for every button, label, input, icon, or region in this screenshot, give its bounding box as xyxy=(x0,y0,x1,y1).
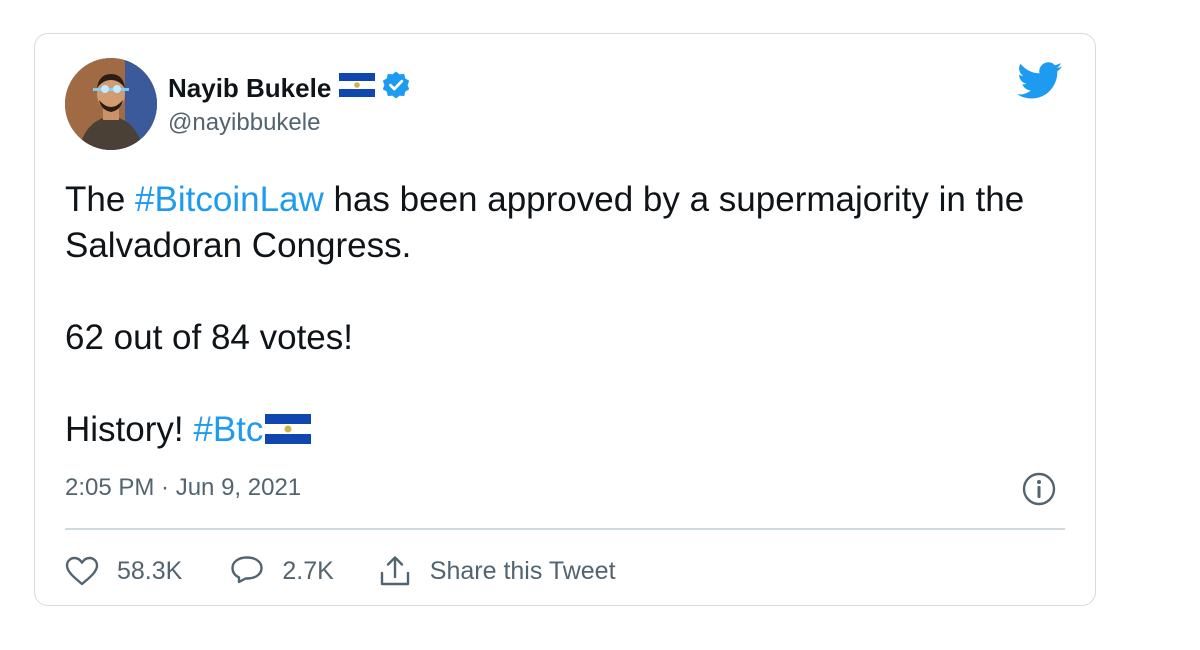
reply-bubble-icon xyxy=(230,555,264,587)
share-upload-icon xyxy=(378,555,412,587)
el-salvador-flag-icon xyxy=(339,73,376,104)
el-salvador-flag-emoji-icon xyxy=(265,410,312,456)
like-button[interactable]: 58.3K xyxy=(65,556,182,586)
author-name[interactable]: Nayib Bukele xyxy=(168,70,411,107)
tweet-paragraph: The #BitcoinLaw has been approved by a s… xyxy=(65,177,1065,269)
hashtag-btc-link[interactable]: #Btc xyxy=(193,410,263,449)
like-count: 58.3K xyxy=(117,556,183,585)
heart-icon xyxy=(65,556,99,586)
reply-button[interactable]: 2.7K xyxy=(230,555,334,587)
tweet-paragraph: History! #Btc xyxy=(65,407,1065,456)
avatar-photo xyxy=(65,58,157,150)
hashtag-bitcoinlaw-link[interactable]: #BitcoinLaw xyxy=(135,180,324,219)
share-button[interactable]: Share this Tweet xyxy=(378,555,616,587)
tweet-timestamp[interactable]: 2:05 PM · Jun 9, 2021 xyxy=(65,474,301,502)
tweet-card: Nayib Bukele @nayibbukele The #BitcoinLa… xyxy=(34,33,1096,606)
info-icon[interactable] xyxy=(1021,471,1057,512)
tweet-text: The #BitcoinLaw has been approved by a s… xyxy=(65,177,1065,456)
tweet-paragraph: 62 out of 84 votes! xyxy=(65,318,353,357)
reply-count: 2.7K xyxy=(282,556,334,585)
tweet-text-segment: History! xyxy=(65,410,194,449)
divider xyxy=(65,528,1065,530)
tweet-text-segment: The xyxy=(65,180,136,219)
author-handle[interactable]: @nayibbukele xyxy=(168,109,320,137)
tweet-actions: 58.3K 2.7K Share this Tweet xyxy=(65,551,616,591)
share-label: Share this Tweet xyxy=(429,556,616,585)
twitter-bird-icon[interactable] xyxy=(1017,62,1063,105)
avatar[interactable] xyxy=(65,58,157,150)
author-name-text[interactable]: Nayib Bukele xyxy=(168,73,331,104)
verified-badge-icon xyxy=(381,70,411,107)
